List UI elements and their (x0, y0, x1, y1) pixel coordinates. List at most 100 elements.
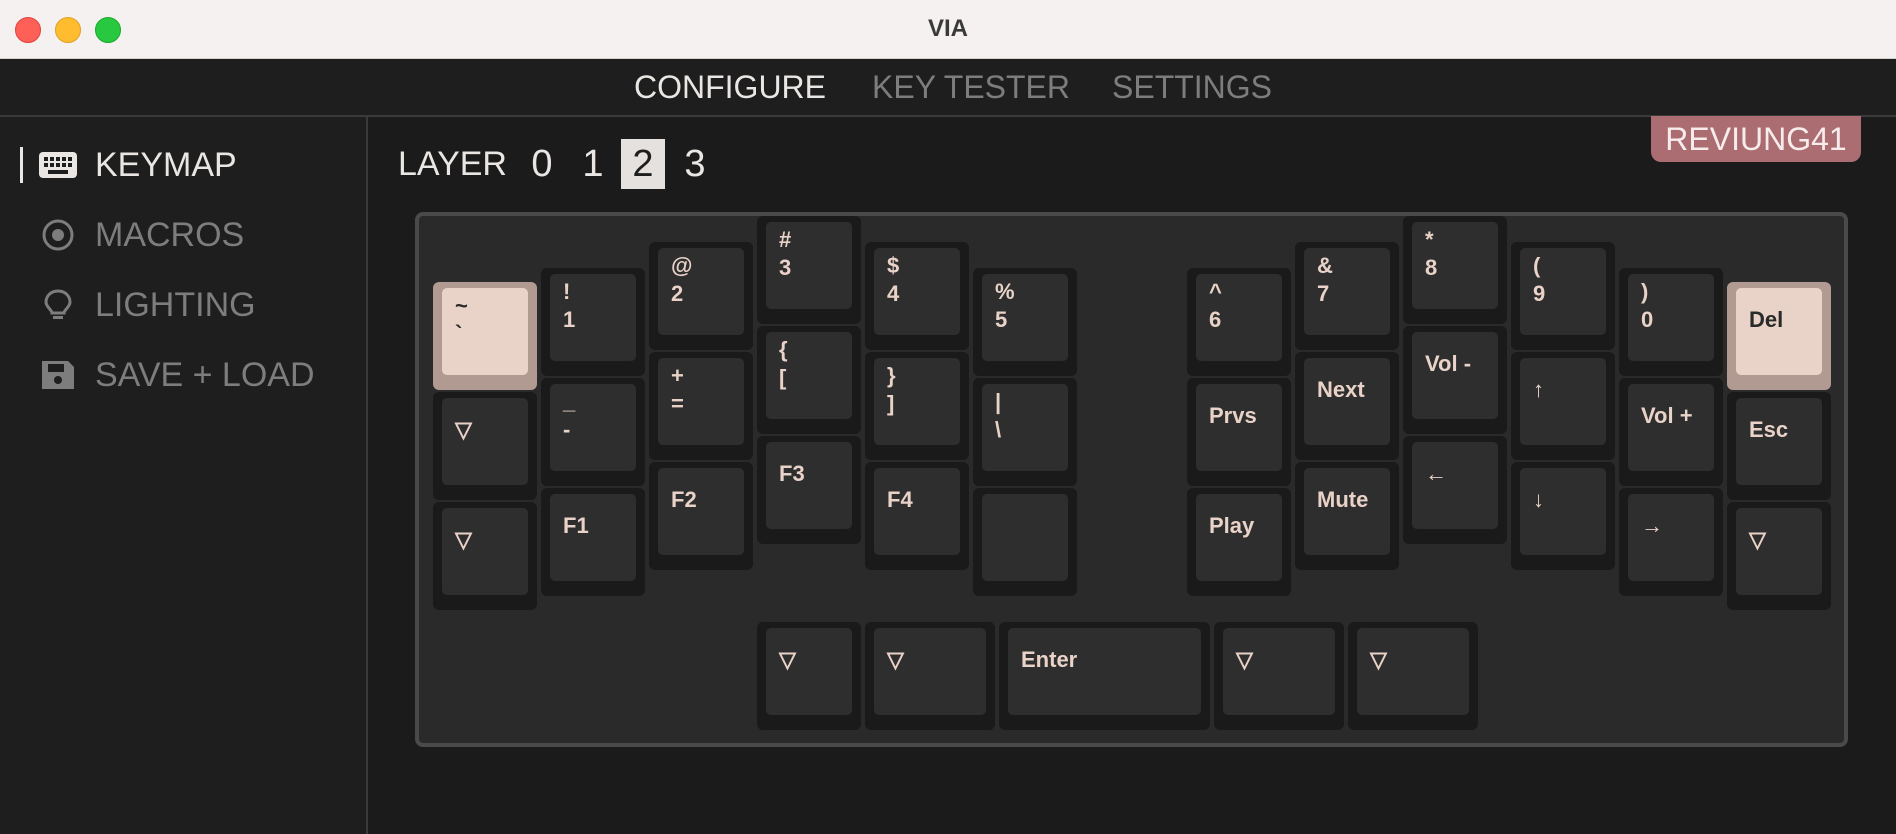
key[interactable]: @2 (649, 242, 753, 350)
key-legend-top: * (1425, 227, 1434, 252)
key-legend-top: { (779, 337, 788, 362)
sidebar-item-lighting[interactable]: LIGHTING (0, 277, 366, 333)
layer-button-1[interactable]: 1 (571, 139, 615, 189)
key[interactable]: ▽ (433, 392, 537, 500)
key-legend-top: Esc (1749, 417, 1789, 442)
key-legend-bottom: - (563, 417, 571, 442)
keyboard-icon (39, 152, 77, 178)
key-legend-bottom: [ (779, 365, 787, 390)
key[interactable]: ▽ (1727, 502, 1831, 610)
key[interactable]: $4 (865, 242, 969, 350)
sidebar-item-keymap[interactable]: KEYMAP (0, 137, 366, 193)
key-legend-top: Prvs (1209, 403, 1257, 428)
key-legend-bottom: 4 (887, 281, 900, 306)
key-legend-top: ( (1533, 253, 1541, 278)
key[interactable]: F3 (757, 436, 861, 544)
key[interactable]: Prvs (1187, 378, 1291, 486)
tab-key-tester[interactable]: KEY TESTER (872, 67, 1070, 107)
key-legend-top: Play (1209, 513, 1255, 538)
key[interactable]: * 8 (1403, 216, 1507, 324)
key-legend-bottom: 7 (1317, 281, 1330, 306)
sidebar-item-macros[interactable]: MACROS (0, 207, 366, 263)
key[interactable]: ← (1403, 436, 1507, 544)
key[interactable]: ▽ (433, 502, 537, 610)
window-title: VIA (927, 15, 968, 42)
sidebar-label-save-load: SAVE + LOAD (95, 356, 315, 394)
device-name-badge: REVIUNG41 (1651, 116, 1861, 162)
key-legend-top: → (1641, 513, 1663, 538)
key-legend-top: | (995, 389, 1002, 414)
key[interactable]: _ - (541, 378, 645, 486)
keyboard-layout: ~ ` ! 1 @2 #3 $4 % 5 ^ 6 & 7 * 8 (9 ) 0 Del ▽ _… (415, 212, 1848, 747)
key[interactable]: F2 (649, 462, 753, 570)
key[interactable]: ↓ (1511, 462, 1615, 570)
key[interactable]: + = (649, 352, 753, 460)
target-icon (42, 219, 74, 251)
key-legend-bottom: 6 (1209, 307, 1222, 332)
key[interactable]: Del (1727, 282, 1831, 390)
key-legend-bottom: 0 (1641, 307, 1654, 332)
sidebar-label-lighting: LIGHTING (95, 286, 256, 324)
key[interactable]: ) 0 (1619, 268, 1723, 376)
key-legend-top: ↑ (1533, 377, 1544, 402)
key-legend-top: ▽ (455, 527, 472, 552)
layer-button-3[interactable]: 3 (673, 139, 717, 189)
key[interactable]: F4 (865, 462, 969, 570)
tab-settings[interactable]: SETTINGS (1112, 67, 1272, 107)
key[interactable]: F1 (541, 488, 645, 596)
key[interactable]: ▽ (1214, 622, 1344, 730)
key-legend-top: ▽ (1370, 647, 1387, 672)
key[interactable]: Enter (999, 622, 1210, 730)
key-legend-top: } (887, 363, 896, 388)
key-legend-top: Del (1749, 307, 1784, 332)
key[interactable]: → (1619, 488, 1723, 596)
key[interactable]: }] (865, 352, 969, 460)
tab-configure[interactable]: CONFIGURE (634, 67, 826, 107)
key[interactable]: ▽ (865, 622, 995, 730)
key[interactable]: Mute (1295, 462, 1399, 570)
key[interactable]: ~ ` (433, 282, 537, 390)
active-indicator (20, 147, 23, 183)
key[interactable]: {[ (757, 326, 861, 434)
key[interactable]: ▽ (757, 622, 861, 730)
key-legend-top: F4 (887, 487, 913, 512)
key-legend-top: Mute (1317, 487, 1369, 512)
key-legend-bottom: \ (995, 417, 1002, 442)
key-legend-top: % (995, 279, 1015, 304)
key[interactable]: | \ (973, 378, 1077, 486)
key[interactable]: ^ 6 (1187, 268, 1291, 376)
key[interactable]: Vol - (1403, 326, 1507, 434)
key[interactable] (973, 488, 1077, 596)
layer-button-2[interactable]: 2 (621, 139, 665, 189)
key[interactable]: ▽ (1348, 622, 1478, 730)
key-legend-top: Enter (1021, 647, 1078, 672)
key[interactable]: ↑ (1511, 352, 1615, 460)
key-legend-top: @ (671, 253, 693, 278)
key-legend-top: Vol - (1425, 351, 1472, 376)
key[interactable]: Vol + (1619, 378, 1723, 486)
key-legend-top: ↓ (1533, 487, 1544, 512)
lightbulb-icon (44, 289, 72, 319)
key-legend-bottom: 2 (671, 281, 684, 306)
key[interactable]: ! 1 (541, 268, 645, 376)
key[interactable]: #3 (757, 216, 861, 324)
key-legend-top: Next (1317, 377, 1365, 402)
top-nav: CONFIGURE KEY TESTER SETTINGS (0, 59, 1896, 117)
sidebar-label-macros: MACROS (95, 216, 245, 254)
key[interactable]: Next (1295, 352, 1399, 460)
key[interactable]: (9 (1511, 242, 1615, 350)
key-legend-top: & (1317, 253, 1333, 278)
key-legend-top: # (779, 227, 792, 252)
sidebar: KEYMAP MACROS LIGHTING SAVE + LOAD (0, 117, 368, 834)
layer-label: LAYER (398, 145, 507, 183)
key-legend-bottom: 1 (563, 307, 576, 332)
key[interactable]: Play (1187, 488, 1291, 596)
key-legend-top: ← (1425, 461, 1447, 486)
key[interactable]: % 5 (973, 268, 1077, 376)
layer-button-0[interactable]: 0 (520, 139, 564, 189)
key-legend-top: ▽ (779, 647, 796, 672)
window-titlebar: VIA (0, 0, 1896, 59)
key[interactable]: Esc (1727, 392, 1831, 500)
sidebar-item-save-load[interactable]: SAVE + LOAD (0, 347, 366, 403)
key[interactable]: & 7 (1295, 242, 1399, 350)
